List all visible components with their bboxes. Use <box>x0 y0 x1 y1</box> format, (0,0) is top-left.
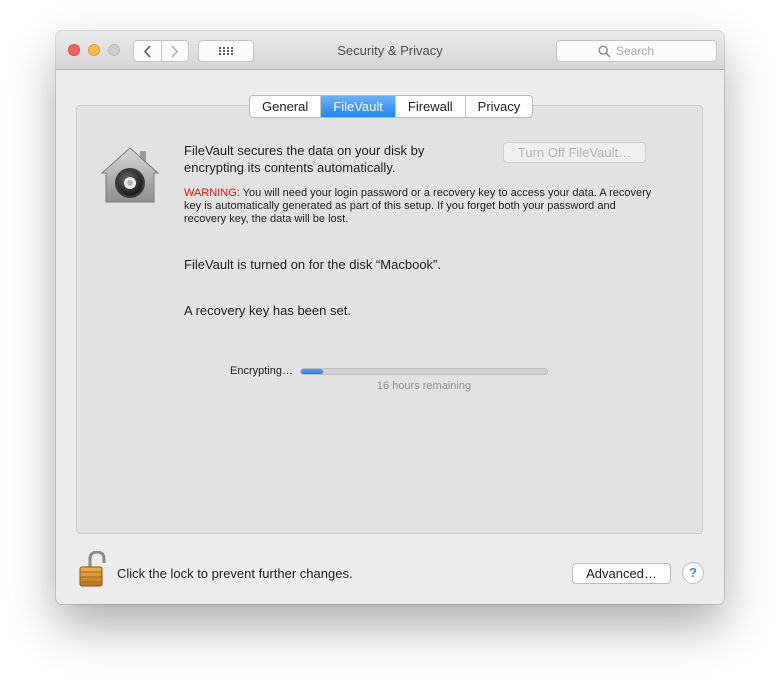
filevault-house-safe-icon <box>100 147 160 203</box>
filevault-status: FileVault is turned on for the disk “Mac… <box>184 257 441 272</box>
warning-label: WARNING: <box>184 187 240 199</box>
unlocked-padlock-icon[interactable] <box>76 551 110 587</box>
search-icon <box>598 44 611 58</box>
advanced-button[interactable]: Advanced… <box>572 563 671 584</box>
filevault-description: FileVault secures the data on your disk … <box>184 143 425 175</box>
search-placeholder: Search <box>616 44 655 58</box>
tab-filevault[interactable]: FileVault <box>320 96 395 117</box>
lock-hint-text: Click the lock to prevent further change… <box>117 566 353 581</box>
time-remaining: 16 hours remaining <box>376 380 472 392</box>
warning-text: WARNING: You will need your login passwo… <box>184 187 654 226</box>
encryption-progress-bar <box>300 368 548 375</box>
turn-off-filevault-button: Turn Off FileVault… <box>503 142 646 163</box>
search-field[interactable]: Search <box>556 40 717 62</box>
tab-general[interactable]: General <box>250 96 320 117</box>
recovery-key-status: A recovery key has been set. <box>184 303 351 318</box>
title-bar: Security & Privacy Search <box>56 31 724 70</box>
preferences-window: Security & Privacy Search General FileVa… <box>56 31 724 604</box>
tab-privacy[interactable]: Privacy <box>464 96 533 117</box>
encryption-progress-fill <box>301 369 324 374</box>
tab-bar: General FileVault Firewall Privacy <box>249 95 534 118</box>
warning-body: You will need your login password or a r… <box>184 187 652 225</box>
encrypting-label: Encrypting… <box>230 365 293 377</box>
help-button[interactable]: ? <box>682 562 704 584</box>
tab-firewall[interactable]: Firewall <box>394 96 465 117</box>
